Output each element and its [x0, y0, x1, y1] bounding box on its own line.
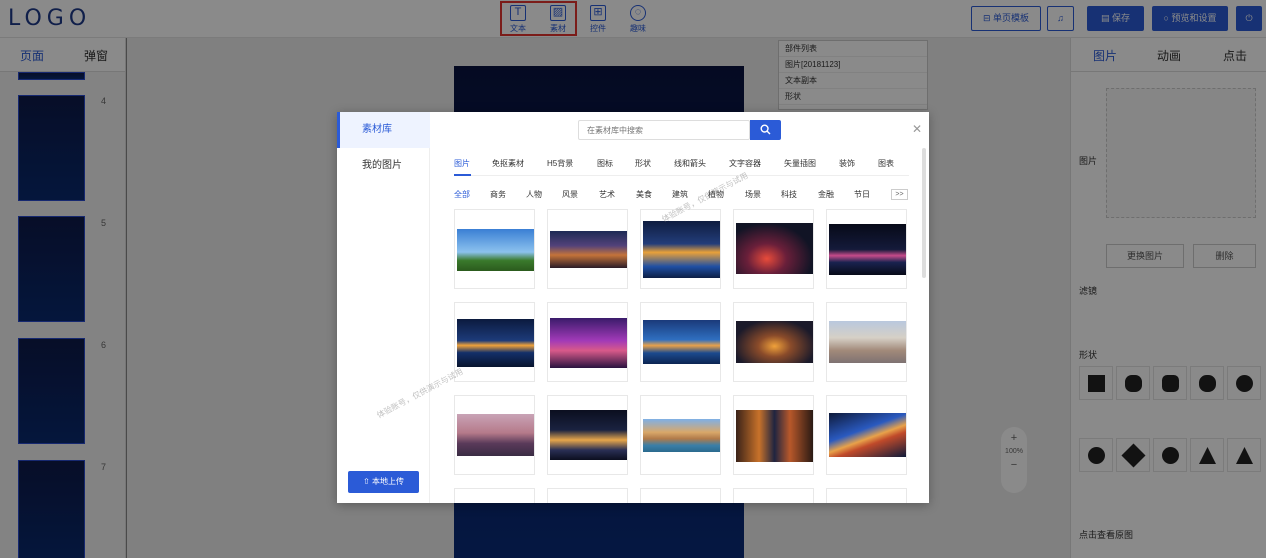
image-tile[interactable] — [547, 395, 628, 475]
search-button[interactable] — [750, 120, 781, 140]
subcategory-tab[interactable]: 艺术 — [599, 189, 615, 200]
subcategory-tab[interactable]: 风景 — [562, 189, 578, 200]
palace-building-photo-icon — [829, 321, 906, 363]
image-grid — [454, 209, 910, 503]
image-tile[interactable] — [826, 488, 907, 503]
image-tile[interactable] — [826, 395, 907, 475]
category-tab[interactable]: 线和箭头 — [674, 158, 706, 169]
image-tile[interactable] — [640, 488, 721, 503]
category-tab[interactable]: 文字容器 — [729, 158, 761, 169]
subcategory-tab[interactable]: 节日 — [854, 189, 870, 200]
material-search-input[interactable] — [578, 120, 750, 140]
image-tile[interactable] — [640, 395, 721, 475]
city-night-aerial-photo-icon — [736, 223, 813, 274]
image-tile[interactable] — [640, 209, 721, 289]
subcategory-tab[interactable]: 全部 — [454, 189, 470, 200]
shanghai-skyline-photo-icon — [457, 414, 534, 456]
skyline-reflection-photo-icon — [457, 319, 534, 367]
image-tile[interactable] — [733, 488, 814, 503]
upload-label: 本地上传 — [371, 477, 404, 486]
image-tile[interactable] — [454, 302, 535, 382]
image-tile[interactable] — [454, 395, 535, 475]
category-tab[interactable]: H5背景 — [547, 158, 573, 169]
skyline-night-photo-icon — [829, 224, 906, 275]
subcategory-tab[interactable]: 金融 — [818, 189, 834, 200]
modal-sidebar: 素材库 我的图片 ⇧ 本地上传 — [337, 112, 430, 503]
local-upload-button[interactable]: ⇧ 本地上传 — [348, 471, 419, 493]
category-tab[interactable]: 图片 — [454, 158, 470, 169]
image-tile[interactable] — [547, 302, 628, 382]
subcategory-tab[interactable]: 科技 — [781, 189, 797, 200]
waterfront-night-lights-photo-icon — [643, 221, 720, 278]
image-tile[interactable] — [826, 302, 907, 382]
image-tile[interactable] — [733, 302, 814, 382]
river-city-dusk-photo-icon — [643, 320, 720, 364]
eiffel-tower-photo-icon — [457, 229, 534, 271]
category-tab[interactable]: 图标 — [597, 158, 613, 169]
city-lights-aerial-photo-icon — [736, 321, 813, 363]
subcategory-tab[interactable]: 商务 — [490, 189, 506, 200]
image-tile[interactable] — [454, 488, 535, 503]
category-tabs: 图片 免抠素材 H5背景 图标 形状 线和箭头 文字容器 矢量插图 装饰 图表 — [454, 156, 909, 176]
image-tile[interactable] — [640, 302, 721, 382]
active-category-underline — [454, 174, 471, 176]
category-tab[interactable]: 图表 — [878, 158, 894, 169]
category-tab[interactable]: 矢量插图 — [784, 158, 816, 169]
image-tile[interactable] — [454, 209, 535, 289]
search-icon — [760, 124, 771, 135]
subcategory-tab[interactable]: 人物 — [526, 189, 542, 200]
sidebar-item-my-images[interactable]: 我的图片 — [337, 148, 430, 184]
subcategory-tab[interactable]: 美食 — [636, 189, 652, 200]
purple-tower-skyline-photo-icon — [550, 318, 627, 368]
image-tile[interactable] — [826, 209, 907, 289]
material-library-modal: 素材库 我的图片 ⇧ 本地上传 ✕ 图片 免抠素材 H5背景 图标 形状 线和箭… — [337, 112, 929, 503]
image-tile[interactable] — [547, 209, 628, 289]
more-subcategories-button[interactable]: >> — [891, 189, 908, 200]
image-tile[interactable] — [733, 395, 814, 475]
upload-icon: ⇧ — [363, 477, 372, 486]
city-night-panorama-photo-icon — [550, 231, 627, 268]
image-tile[interactable] — [733, 209, 814, 289]
narrow-canal-night-photo-icon — [736, 410, 813, 462]
subcategory-tab[interactable]: 场景 — [745, 189, 761, 200]
sidebar-item-library[interactable]: 素材库 — [337, 112, 430, 148]
subcategory-tabs: 全部 商务 人物 风景 艺术 美食 建筑 植物 场景 科技 金融 节日 >> — [454, 188, 909, 202]
category-tab[interactable]: 免抠素材 — [492, 158, 524, 169]
light-trails-tunnel-photo-icon — [829, 413, 906, 457]
grid-scrollbar[interactable] — [922, 148, 926, 278]
image-tile[interactable] — [547, 488, 628, 503]
subcategory-tab[interactable]: 建筑 — [672, 189, 688, 200]
venice-canal-photo-icon — [643, 419, 720, 452]
harbor-night-photo-icon — [550, 410, 627, 460]
category-tab[interactable]: 装饰 — [839, 158, 855, 169]
category-tab[interactable]: 形状 — [635, 158, 651, 169]
close-icon[interactable]: ✕ — [912, 122, 922, 136]
